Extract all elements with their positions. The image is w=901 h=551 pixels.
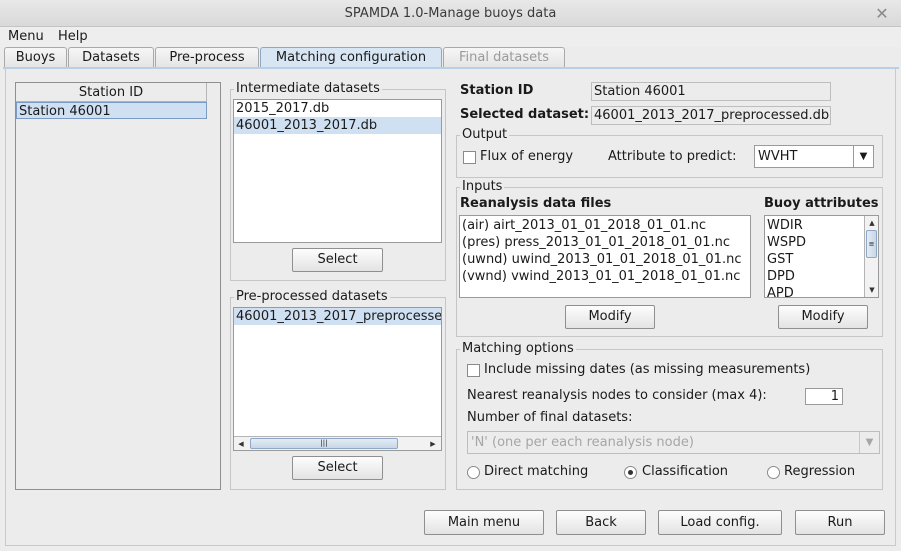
classification-label: Classification [642, 464, 729, 479]
list-item[interactable]: (vwnd) vwind_2013_01_01_2018_01_01.nc [460, 268, 750, 285]
menubar: Menu Help [0, 27, 901, 47]
tab-buoys[interactable]: Buoys [4, 47, 67, 68]
include-missing-dates-checkbox[interactable] [467, 364, 480, 377]
classification-radio[interactable] [624, 466, 637, 479]
scroll-left-icon[interactable]: ◀ [235, 438, 247, 450]
select-intermediate-button[interactable]: Select [292, 248, 383, 272]
scroll-thumb[interactable]: ≡ [866, 230, 877, 258]
list-item[interactable]: WSPD [765, 234, 863, 251]
list-item[interactable]: (pres) press_2013_01_01_2018_01_01.nc [460, 234, 750, 251]
scroll-up-icon[interactable]: ▲ [866, 217, 878, 229]
include-missing-dates-label: Include missing dates (as missing measur… [484, 362, 811, 377]
final-datasets-select[interactable]: 'N' (one per each reanalysis node) ▼ [467, 431, 880, 454]
horizontal-scrollbar[interactable]: ◀ ||| ▶ [234, 436, 441, 450]
inputs-title: Inputs [460, 179, 505, 194]
scroll-down-icon[interactable]: ▼ [866, 284, 878, 296]
list-item[interactable]: 46001_2013_2017_preprocessed.db [234, 308, 441, 325]
station-id-field: Station 46001 [591, 82, 831, 101]
main-menu-button[interactable]: Main menu [424, 510, 544, 535]
chevron-down-icon[interactable]: ▼ [859, 432, 879, 453]
menu-help[interactable]: Help [56, 27, 90, 47]
buoy-attributes-list[interactable]: WDIR WSPD GST DPD APD ▲ ≡ ▼ [764, 215, 879, 298]
list-item[interactable]: (air) airt_2013_01_01_2018_01_01.nc [460, 217, 750, 234]
run-button[interactable]: Run [795, 510, 885, 535]
load-config-button[interactable]: Load config. [658, 510, 782, 535]
station-row[interactable]: Station 46001 [16, 102, 207, 119]
flux-of-energy-label: Flux of energy [480, 149, 574, 164]
list-item[interactable]: WDIR [765, 217, 863, 234]
vertical-scrollbar[interactable]: ▲ ≡ ▼ [864, 216, 878, 297]
list-item[interactable]: APD [765, 285, 863, 297]
station-id-header[interactable]: Station ID [16, 83, 207, 102]
matching-options-title: Matching options [460, 341, 576, 356]
back-button[interactable]: Back [556, 510, 646, 535]
list-item[interactable]: GST [765, 251, 863, 268]
menu-menu[interactable]: Menu [6, 27, 46, 47]
attribute-to-predict-select[interactable]: WVHT ▼ [754, 145, 874, 168]
scroll-thumb[interactable]: ||| [250, 438, 398, 449]
intermediate-datasets-list[interactable]: 2015_2017.db 46001_2013_2017.db [233, 99, 442, 243]
list-item[interactable]: 2015_2017.db [234, 100, 441, 117]
scroll-right-icon[interactable]: ▶ [427, 438, 439, 450]
list-item[interactable]: DPD [765, 268, 863, 285]
list-item[interactable]: (uwnd) uwind_2013_01_01_2018_01_01.nc [460, 251, 750, 268]
reanalysis-files-list[interactable]: (air) airt_2013_01_01_2018_01_01.nc (pre… [459, 215, 751, 298]
station-list[interactable]: Station ID Station 46001 [15, 82, 221, 490]
tab-matching-configuration[interactable]: Matching configuration [260, 47, 442, 68]
tab-pre-process[interactable]: Pre-process [155, 47, 259, 68]
nearest-nodes-label: Nearest reanalysis nodes to consider (ma… [467, 388, 767, 403]
buoy-attributes-label: Buoy attributes [764, 196, 879, 211]
final-datasets-value: 'N' (one per each reanalysis node) [471, 435, 694, 450]
preprocessed-datasets-title: Pre-processed datasets [234, 289, 390, 304]
modify-reanalysis-button[interactable]: Modify [565, 305, 655, 329]
regression-label: Regression [784, 464, 856, 479]
number-of-final-datasets-label: Number of final datasets: [467, 410, 633, 425]
tab-datasets[interactable]: Datasets [68, 47, 154, 68]
close-icon[interactable]: ✕ [873, 0, 891, 27]
attribute-to-predict-label: Attribute to predict: [608, 149, 737, 164]
selected-dataset-label: Selected dataset: [460, 107, 590, 122]
flux-of-energy-checkbox[interactable] [463, 151, 476, 164]
modify-buoy-attributes-button[interactable]: Modify [778, 305, 868, 329]
chevron-down-icon[interactable]: ▼ [853, 146, 873, 167]
tab-final-datasets[interactable]: Final datasets [443, 47, 565, 68]
output-title: Output [460, 127, 510, 142]
attribute-to-predict-value: WVHT [758, 149, 798, 164]
select-preprocessed-button[interactable]: Select [292, 456, 383, 480]
window-title: SPAMDA 1.0-Manage buoys data [0, 0, 901, 27]
list-item[interactable]: 46001_2013_2017.db [234, 117, 441, 134]
direct-matching-radio[interactable] [467, 466, 480, 479]
regression-radio[interactable] [767, 466, 780, 479]
nearest-nodes-input[interactable]: 1 [805, 388, 843, 405]
station-id-label: Station ID [460, 83, 534, 98]
selected-dataset-field: 46001_2013_2017_preprocessed.db [591, 106, 831, 125]
direct-matching-label: Direct matching [484, 464, 589, 479]
preprocessed-datasets-list[interactable]: 46001_2013_2017_preprocessed.db ◀ ||| ▶ [233, 307, 442, 451]
reanalysis-files-label: Reanalysis data files [460, 196, 612, 211]
intermediate-datasets-title: Intermediate datasets [234, 81, 382, 96]
